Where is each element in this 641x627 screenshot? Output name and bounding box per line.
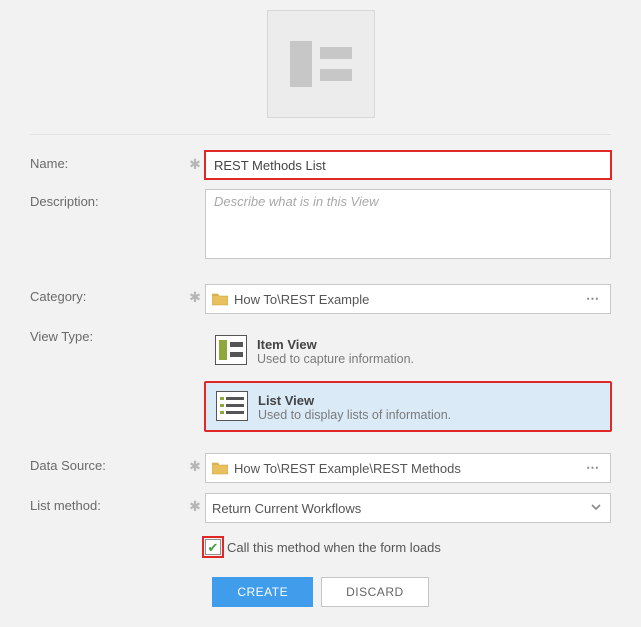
listmethod-value: Return Current Workflows <box>212 501 582 516</box>
view-icon-preview <box>30 4 611 134</box>
category-label: Category: <box>30 284 185 304</box>
viewtype-label: View Type: <box>30 324 185 344</box>
chevron-down-icon[interactable] <box>588 501 604 516</box>
list-view-icon <box>216 391 248 421</box>
discard-button[interactable]: DISCARD <box>321 577 429 607</box>
item-view-icon <box>215 335 247 365</box>
required-star-icon: ✱ <box>185 453 205 473</box>
datasource-label: Data Source: <box>30 453 185 473</box>
category-value: How To\REST Example <box>234 292 576 307</box>
description-label: Description: <box>30 189 185 209</box>
folder-icon <box>212 461 228 475</box>
autoload-checkbox[interactable]: ✔ <box>205 539 221 555</box>
viewtype-option-item[interactable]: Item View Used to capture information. <box>205 327 611 374</box>
autoload-label: Call this method when the form loads <box>227 540 441 555</box>
create-button[interactable]: CREATE <box>212 577 313 607</box>
required-star-icon: ✱ <box>185 151 205 171</box>
browse-icon[interactable]: ⋯ <box>582 460 604 476</box>
listmethod-select[interactable]: Return Current Workflows <box>205 493 611 523</box>
name-input[interactable] <box>205 151 611 179</box>
check-icon: ✔ <box>208 541 219 554</box>
required-star-icon: ✱ <box>185 284 205 304</box>
folder-icon <box>212 292 228 306</box>
browse-icon[interactable]: ⋯ <box>582 291 604 307</box>
required-star-icon: ✱ <box>185 493 205 513</box>
viewtype-list-title: List View <box>258 393 451 408</box>
viewtype-list-sub: Used to display lists of information. <box>258 408 451 422</box>
viewtype-item-sub: Used to capture information. <box>257 352 414 366</box>
viewtype-item-title: Item View <box>257 337 414 352</box>
viewtype-option-list[interactable]: List View Used to display lists of infor… <box>205 382 611 431</box>
divider <box>30 134 611 135</box>
listmethod-label: List method: <box>30 493 185 513</box>
category-picker[interactable]: How To\REST Example ⋯ <box>205 284 611 314</box>
datasource-value: How To\REST Example\REST Methods <box>234 461 576 476</box>
datasource-picker[interactable]: How To\REST Example\REST Methods ⋯ <box>205 453 611 483</box>
description-input[interactable] <box>205 189 611 259</box>
name-label: Name: <box>30 151 185 171</box>
